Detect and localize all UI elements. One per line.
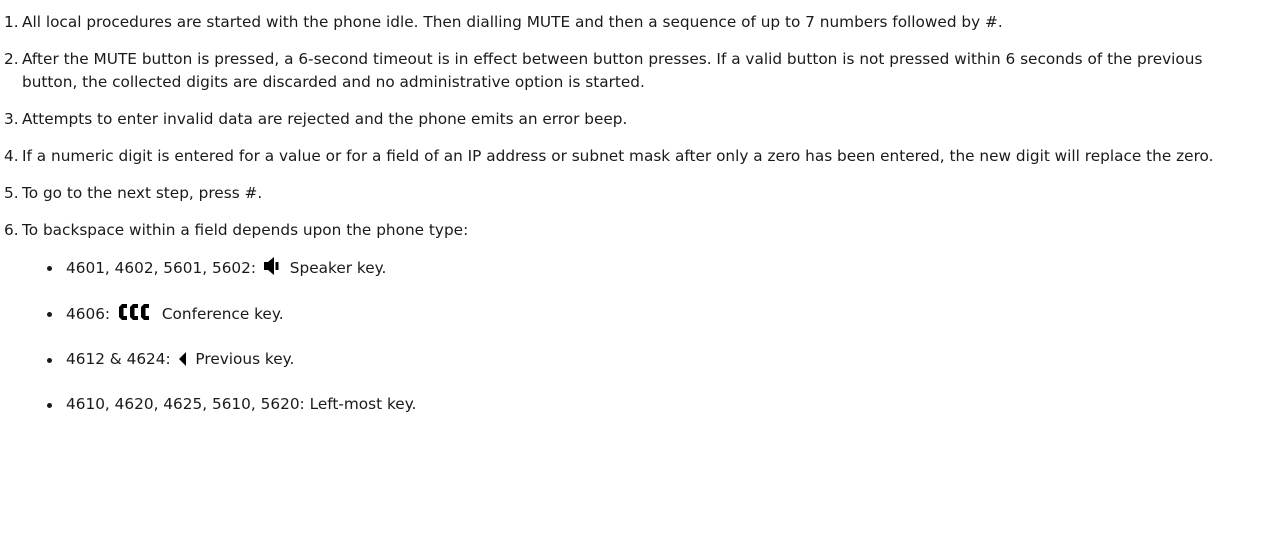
key-name: Left-most key. <box>309 395 417 413</box>
list-number: 4. <box>4 147 19 165</box>
phone-models: 4612 & 4624: <box>66 350 171 368</box>
backspace-key-item: 4606: Conference key. <box>22 302 1259 329</box>
list-number: 5. <box>4 184 19 202</box>
list-number: 6. <box>4 221 19 239</box>
list-item-text: If a numeric digit is entered for a valu… <box>22 147 1214 165</box>
list-item: 1. All local procedures are started with… <box>4 11 1259 34</box>
backspace-key-item: 4601, 4602, 5601, 5602: Speaker key. <box>22 256 1259 283</box>
list-item: 4. If a numeric digit is entered for a v… <box>4 145 1259 168</box>
list-number: 2. <box>4 50 19 68</box>
conference-icon <box>117 302 153 329</box>
list-item-text: To go to the next step, press #. <box>22 184 263 202</box>
list-item-text: After the MUTE button is pressed, a 6-se… <box>22 50 1203 91</box>
key-name: Conference key. <box>161 305 284 323</box>
list-item: 2. After the MUTE button is pressed, a 6… <box>4 48 1259 94</box>
phone-models: 4610, 4620, 4625, 5610, 5620: <box>66 395 305 413</box>
list-item: 5. To go to the next step, press #. <box>4 182 1259 205</box>
backspace-key-item: 4610, 4620, 4625, 5610, 5620: Left-most … <box>22 393 1259 416</box>
list-number: 1. <box>4 13 19 31</box>
list-item-text: All local procedures are started with th… <box>22 13 1003 31</box>
list-item-text: Attempts to enter invalid data are rejec… <box>22 110 628 128</box>
previous-arrow-icon <box>178 351 187 374</box>
list-item: 6. To backspace within a field depends u… <box>4 219 1259 416</box>
backspace-key-list: 4601, 4602, 5601, 5602: Speaker key. 460… <box>22 256 1259 416</box>
backspace-key-item: 4612 & 4624: Previous key. <box>22 348 1259 374</box>
phone-models: 4606: <box>66 305 111 323</box>
document-body: 1. All local procedures are started with… <box>4 11 1259 435</box>
speaker-icon <box>263 256 281 283</box>
key-name: Speaker key. <box>289 259 387 277</box>
list-item-text: To backspace within a field depends upon… <box>22 221 469 239</box>
list-number: 3. <box>4 110 19 128</box>
key-name: Previous key. <box>195 350 295 368</box>
phone-models: 4601, 4602, 5601, 5602: <box>66 259 257 277</box>
procedure-notes-list: 1. All local procedures are started with… <box>4 11 1259 416</box>
list-item: 3. Attempts to enter invalid data are re… <box>4 108 1259 131</box>
